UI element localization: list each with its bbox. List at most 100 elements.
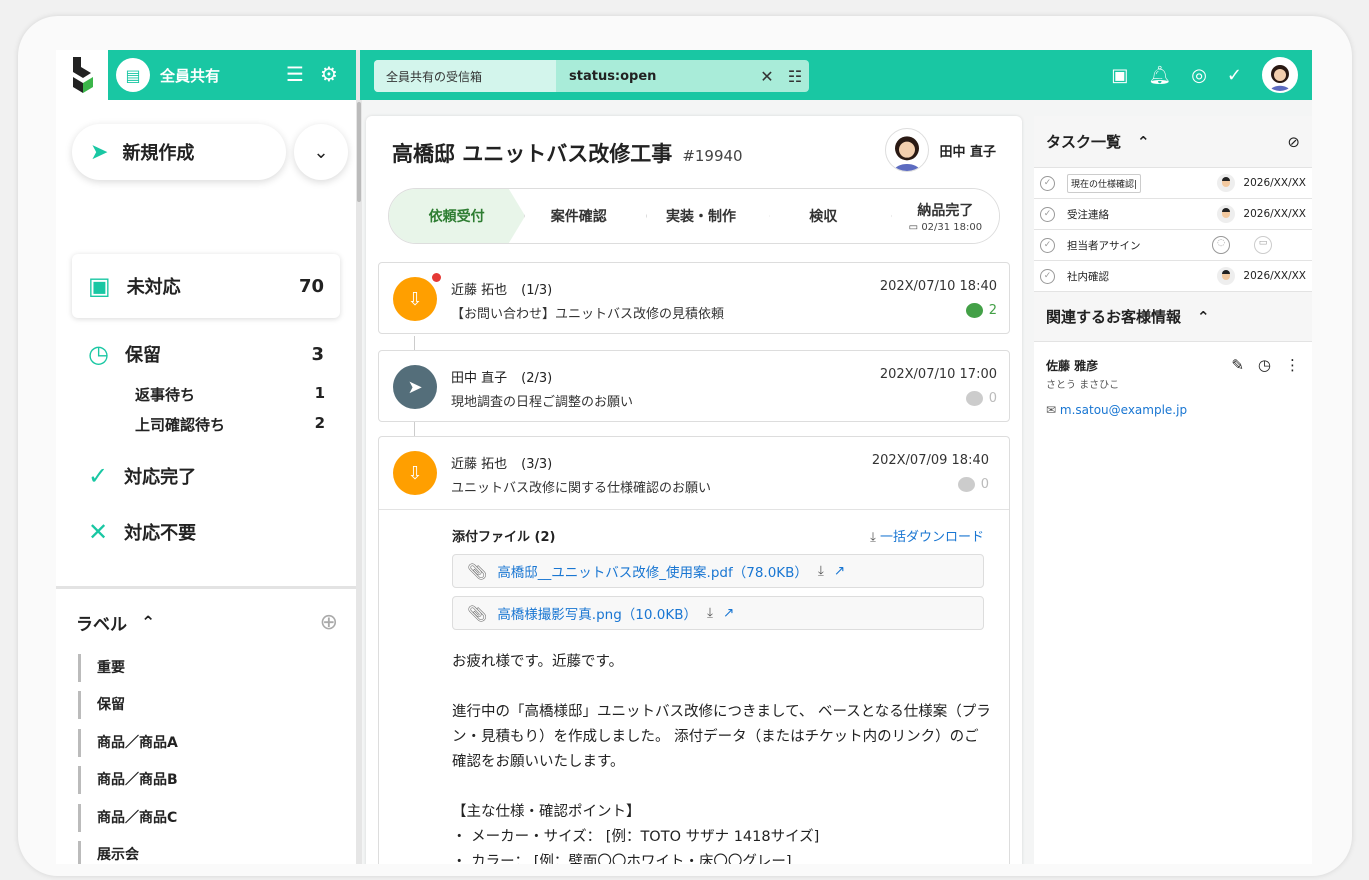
task-row[interactable]: ✓ 受注連絡 2026/XX/XX	[1034, 199, 1312, 230]
filter-icon[interactable]: ☷	[781, 67, 809, 86]
top-icons: ▣ 🔔︎ ◎ ✓	[1111, 50, 1298, 100]
task-assignee-avatar[interactable]	[1217, 267, 1236, 285]
subject: 【お問い合わせ】ユニットバス改修の見積依頼	[451, 307, 725, 322]
comment-icon	[965, 391, 983, 406]
history-icon[interactable]: ◷	[1258, 356, 1271, 374]
clear-icon[interactable]: ✕	[753, 67, 781, 86]
assign-user-icon[interactable]: ◌	[1212, 236, 1230, 254]
bell-icon[interactable]: 🔔︎	[1148, 65, 1171, 86]
nav-label: 対応完了	[124, 467, 197, 488]
task-check-icon[interactable]: ✓	[1040, 268, 1055, 284]
label-item[interactable]: 商品／商品B	[78, 766, 178, 794]
body-line: ・ カラー： [例：壁面〇〇ホワイト・床〇〇グレー]	[452, 854, 792, 864]
step-4[interactable]: 検収	[755, 189, 892, 243]
edit-icon[interactable]: ✎	[1231, 356, 1244, 374]
message-item[interactable]: ➤ 田中 直子 (2/3) 現地調査の日程ご調整のお願い 202X/07/10 1…	[378, 350, 1010, 422]
task-date[interactable]: 2026/XX/XX	[1243, 177, 1306, 189]
subject: ユニットバス改修に関する仕様確認のお願い	[451, 481, 712, 496]
user-avatar[interactable]	[1262, 57, 1298, 93]
assignee[interactable]: 田中 直子	[885, 128, 996, 172]
nav-sub-boss[interactable]: 上司確認待ち 2	[135, 414, 325, 435]
step-5[interactable]: 納品完了 ▭ 02/31 18:00	[877, 189, 999, 243]
task-name-input[interactable]: 現在の仕様確認|	[1067, 173, 1142, 193]
sub-count: 2	[314, 414, 325, 432]
new-label: 新規作成	[122, 143, 195, 164]
check-icon[interactable]: ✓	[1227, 65, 1242, 86]
chevron-up-icon[interactable]: ⌃	[1197, 308, 1210, 326]
step-1[interactable]: 依頼受付	[389, 189, 526, 243]
task-check-icon[interactable]: ✓	[1040, 237, 1055, 253]
chevron-up-icon[interactable]: ⌃	[1137, 133, 1150, 151]
new-dropdown-button[interactable]: ⌄	[294, 124, 348, 180]
file-name[interactable]: 高橋様撮影写真.png（10.0KB）	[497, 603, 697, 623]
message-item[interactable]: ⇩ 近藤 拓也 (1/3) 【お問い合わせ】ユニットバス改修の見積依頼 202X/…	[378, 262, 1010, 334]
labels-header[interactable]: ラベル ⌃ ⊕	[76, 610, 338, 635]
workspace-switcher[interactable]: ▤ 全員共有 ☰ ⚙	[108, 50, 356, 100]
download-icon[interactable]: ⤓	[707, 605, 713, 621]
open-external-icon[interactable]: ↗	[834, 563, 845, 579]
task-row[interactable]: ✓ 社内確認 2026/XX/XX	[1034, 261, 1312, 292]
nav-unneeded[interactable]: ✕ 対応不要	[72, 518, 340, 546]
task-name: 受注連絡	[1067, 208, 1109, 221]
inbox-icon: ▣	[88, 272, 111, 300]
label-item[interactable]: 商品／商品C	[78, 804, 177, 832]
calendar-icon[interactable]: ▭	[1254, 236, 1272, 254]
attachment-file[interactable]: 📎︎ 高橋様撮影写真.png（10.0KB） ⤓ ↗	[452, 596, 984, 630]
task-date[interactable]: 2026/XX/XX	[1243, 270, 1306, 282]
sidebar-scrollbar[interactable]	[356, 100, 362, 864]
app-logo[interactable]	[56, 50, 108, 100]
nav-hold[interactable]: ◷ 保留 3	[72, 340, 340, 368]
customer-name[interactable]: 佐藤 雅彦	[1046, 357, 1098, 374]
download-all-link[interactable]: ⤓ 一括ダウンロード	[870, 526, 984, 545]
add-label-icon[interactable]: ⊕	[320, 610, 338, 635]
sender: 近藤 拓也	[451, 283, 508, 298]
task-check-icon[interactable]: ✓	[1040, 206, 1055, 222]
task-row[interactable]: ✓ 担当者アサイン ◌ ▭	[1034, 230, 1312, 261]
label-item[interactable]: 商品／商品A	[78, 729, 178, 757]
task-name: 担当者アサイン	[1067, 239, 1141, 252]
label-item[interactable]: 展示会	[78, 841, 139, 864]
customer-email[interactable]: m.satou@example.jp	[1060, 403, 1187, 417]
seq: (3/3)	[521, 457, 553, 472]
sort-icon[interactable]: ☰	[286, 62, 304, 86]
download-icon[interactable]: ⤓	[818, 563, 824, 579]
nav-done[interactable]: ✓ 対応完了	[72, 462, 340, 490]
more-icon[interactable]: ⋮	[1285, 356, 1300, 374]
customer-header: 関連するお客様情報 ⌃	[1034, 292, 1312, 342]
file-name[interactable]: 高橋邸__ユニットバス改修_使用案.pdf（78.0KB）	[497, 561, 808, 581]
nav-unhandled[interactable]: ▣ 未対応 70	[72, 254, 340, 318]
add-task-icon[interactable]: ⊘	[1287, 133, 1300, 151]
comment-count: 0	[980, 477, 989, 492]
nav-label: 未対応	[126, 277, 181, 298]
time: 202X/07/09 18:40	[871, 453, 989, 468]
tasks-title: タスク一覧	[1046, 133, 1122, 151]
label-item[interactable]: 重要	[78, 654, 125, 682]
attachments-title: 添付ファイル (2)	[452, 530, 556, 545]
archive-icon[interactable]: ▣	[1111, 65, 1128, 86]
task-check-icon[interactable]: ✓	[1040, 175, 1055, 191]
chat-icon[interactable]: ◎	[1191, 65, 1207, 86]
divider	[356, 50, 360, 100]
task-row[interactable]: ✓ 現在の仕様確認| 2026/XX/XX	[1034, 168, 1312, 199]
step-3[interactable]: 実装・制作	[633, 189, 770, 243]
nav-sub-waiting[interactable]: 返事待ち 1	[135, 384, 325, 405]
customer-title: 関連するお客様情報	[1046, 308, 1182, 326]
paperclip-icon: 📎︎	[467, 561, 488, 581]
open-external-icon[interactable]: ↗	[723, 605, 734, 621]
chevron-up-icon[interactable]: ⌃	[141, 613, 155, 633]
gear-icon[interactable]: ⚙	[320, 62, 338, 86]
new-button[interactable]: ➤ 新規作成	[72, 124, 286, 180]
task-date[interactable]: 2026/XX/XX	[1243, 208, 1306, 220]
task-assignee-avatar[interactable]	[1217, 174, 1236, 192]
search-scope[interactable]: 全員共有の受信箱	[374, 60, 556, 92]
search-bar[interactable]: 全員共有の受信箱 status:open ✕ ☷	[374, 60, 809, 92]
sender: 田中 直子	[451, 371, 508, 386]
attachment-file[interactable]: 📎︎ 高橋邸__ユニットバス改修_使用案.pdf（78.0KB） ⤓ ↗	[452, 554, 984, 588]
time: 202X/07/10 18:40	[879, 279, 997, 294]
search-input[interactable]: status:open	[556, 69, 753, 84]
send-icon: ➤	[393, 365, 437, 409]
label-item[interactable]: 保留	[78, 691, 125, 719]
task-assignee-avatar[interactable]	[1217, 205, 1236, 223]
attachments-header: 添付ファイル (2) ⤓ 一括ダウンロード	[452, 526, 984, 545]
step-2[interactable]: 案件確認	[511, 189, 648, 243]
